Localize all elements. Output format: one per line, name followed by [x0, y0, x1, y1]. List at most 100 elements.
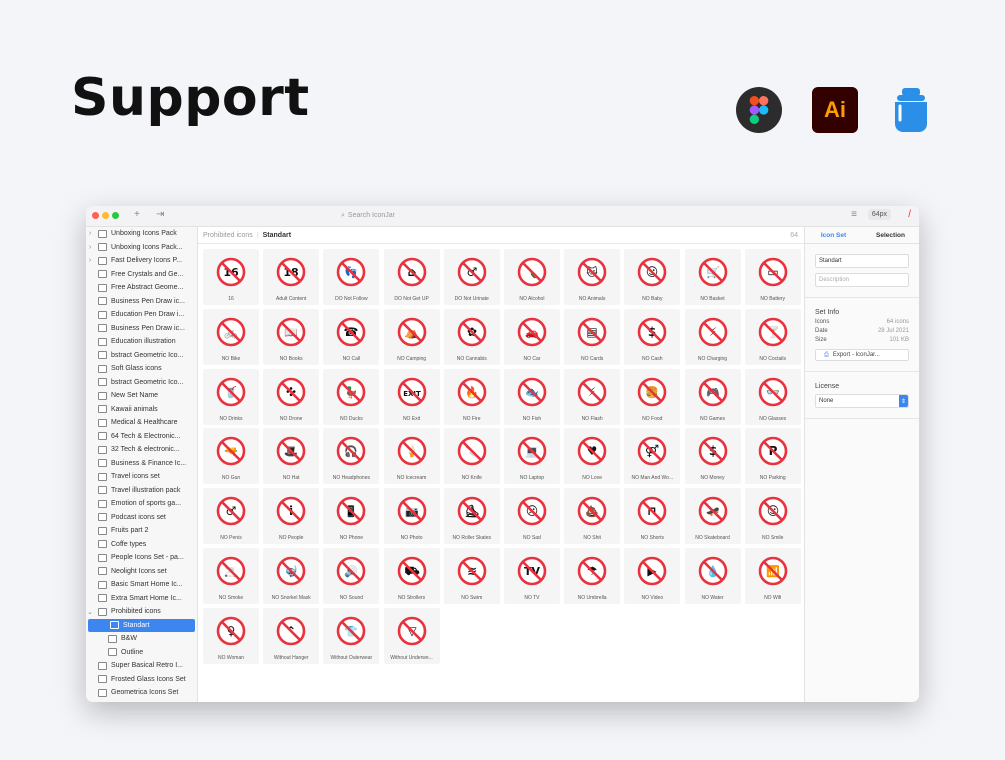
- sidebar-item[interactable]: Business Pen Draw ic...: [86, 295, 197, 309]
- icon-cell[interactable]: ☺ NO Baby: [624, 249, 681, 305]
- sidebar-item[interactable]: Travel illustration pack: [86, 484, 197, 498]
- filter-icon[interactable]: ≡: [851, 209, 857, 220]
- sidebar-item[interactable]: Education illustration: [86, 335, 197, 349]
- icon-cell[interactable]: 👓 NO Glasses: [744, 368, 801, 425]
- icon-cell[interactable]: 🦆 NO Ducks: [323, 368, 380, 425]
- icon-cell[interactable]: 🎧 NO Headphones: [323, 428, 380, 485]
- set-name-field[interactable]: Standart: [815, 254, 909, 268]
- sidebar-item[interactable]: › Unboxing Icons Pack: [86, 227, 197, 241]
- chevron-right-icon[interactable]: ›: [86, 230, 94, 237]
- sidebar-item[interactable]: Super Basical Retro I...: [86, 659, 197, 673]
- description-field[interactable]: Description: [815, 273, 909, 287]
- close-window-button[interactable]: [92, 212, 99, 219]
- sidebar-item[interactable]: Fruits part 2: [86, 524, 197, 538]
- icon-cell[interactable]: ☎ NO Call: [323, 308, 380, 365]
- icon-cell[interactable]: $ NO Money: [684, 428, 741, 485]
- icon-cell[interactable]: 🔊 NO Sound: [323, 547, 380, 604]
- icon-cell[interactable]: 🛒 NO Basket: [684, 249, 741, 305]
- sidebar-item[interactable]: Emotion of sports ga...: [86, 497, 197, 511]
- icon-cell[interactable]: ♂ DO Not Urinate: [443, 249, 500, 305]
- sidebar-item[interactable]: › Unboxing Icons Pack...: [86, 241, 197, 255]
- icon-cell[interactable]: 📱 NO Phone: [323, 488, 380, 545]
- icon-cell[interactable]: ⛺ NO Camping: [383, 308, 440, 365]
- icon-cell[interactable]: ⛟ NO Strollers: [383, 547, 440, 604]
- sidebar-item[interactable]: Extra Smart Home Ic...: [86, 592, 197, 606]
- icon-cell[interactable]: 1616: [203, 249, 259, 305]
- icon-cell[interactable]: ✣ NO Drone: [263, 368, 320, 425]
- sidebar-item[interactable]: Coffe types: [86, 538, 197, 552]
- sidebar-item[interactable]: Geometrica Icons Set: [86, 686, 197, 700]
- sidebar-item[interactable]: New Set Name: [86, 389, 197, 403]
- breadcrumb-parent[interactable]: Prohibited icons: [203, 232, 253, 239]
- icon-cell[interactable]: 🔫 NO Gun: [203, 428, 259, 485]
- icon-cell[interactable]: 🍔 NO Food: [624, 368, 681, 425]
- icon-cell[interactable]: 🚲 NO Bike: [203, 308, 259, 365]
- icon-cell[interactable]: ▽ Without Underwe...: [383, 607, 440, 664]
- icon-cell[interactable]: ♂ NO Penis: [203, 488, 259, 545]
- icon-cell[interactable]: EXIT NO Exit: [383, 368, 440, 425]
- icon-cell[interactable]: ☂ NO Umbrella: [564, 547, 621, 604]
- icon-cell[interactable]: 💩 NO Shit: [564, 488, 621, 545]
- sidebar-item[interactable]: Standart: [88, 618, 195, 632]
- sidebar-item[interactable]: Kawaii animals: [86, 403, 197, 417]
- license-select[interactable]: None ⇕: [815, 394, 909, 408]
- icon-cell[interactable]: 18 Adult Content: [263, 249, 320, 305]
- chevron-right-icon[interactable]: ›: [86, 257, 94, 264]
- plus-icon[interactable]: +: [134, 209, 140, 220]
- icon-cell[interactable]: 🛹 NO Skateboard: [684, 488, 741, 545]
- maximize-window-button[interactable]: [112, 212, 119, 219]
- icon-cell[interactable]: 🍸 NO Coctails: [744, 308, 801, 365]
- icon-cell[interactable]: ✿ NO Cannabis: [443, 308, 500, 365]
- export-button[interactable]: ⎙ Export - IconJar...: [815, 349, 909, 361]
- sidebar-item[interactable]: Outline: [86, 646, 197, 660]
- icon-cell[interactable]: ⌂ DO Not Get UP: [383, 249, 440, 305]
- sidebar-item[interactable]: Frosted Glass Icons Set: [86, 673, 197, 687]
- sidebar-item[interactable]: People Icons Set - pa...: [86, 551, 197, 565]
- tab-icon-set[interactable]: Icon Set: [805, 227, 862, 243]
- sidebar-item[interactable]: bstract Geometric Ico...: [86, 376, 197, 390]
- icon-cell[interactable]: $ NO Cash: [624, 308, 681, 365]
- sidebar-item[interactable]: Business Pen Draw ic...: [86, 322, 197, 336]
- icon-cell[interactable]: ⚡ NO Charging: [684, 308, 741, 365]
- icon-cell[interactable]: 🤿 NO Snorkel Mask: [263, 547, 320, 604]
- icon-cell[interactable]: 🥤 NO Drinks: [203, 368, 259, 425]
- sidebar-item[interactable]: Free Crystals and Ge...: [86, 268, 197, 282]
- icon-cell[interactable]: 🍾 NO Alcohol: [503, 249, 560, 305]
- icon-cell[interactable]: 📷 NO Photo: [383, 488, 440, 545]
- icon-cell[interactable]: 🎩 NO Hat: [263, 428, 320, 485]
- icon-cell[interactable]: 👕 Without Outerwear: [323, 607, 380, 664]
- sidebar-item[interactable]: Travel icons set: [86, 470, 197, 484]
- sidebar-item[interactable]: 32 Tech & electronic...: [86, 443, 197, 457]
- icon-cell[interactable]: ⊓ NO Shorts: [624, 488, 681, 545]
- icon-cell[interactable]: ☹ NO Sad: [503, 488, 560, 545]
- sidebar-item[interactable]: Podcast icons set: [86, 511, 197, 525]
- icon-cell[interactable]: 🚬 NO Smoke: [203, 547, 259, 604]
- icon-cell[interactable]: 📖 NO Books: [263, 308, 320, 365]
- sidebar-item[interactable]: Education Pen Draw i...: [86, 308, 197, 322]
- icon-cell[interactable]: 💧 NO Water: [684, 547, 741, 604]
- icon-cell[interactable]: 👣 DO Not Follow: [323, 249, 380, 305]
- sidebar-item[interactable]: ⌄ Prohibited icons: [86, 605, 197, 619]
- icon-size-control[interactable]: 64px: [867, 209, 891, 220]
- icon-cell[interactable]: ▶ NO Video: [624, 547, 681, 604]
- search-input[interactable]: ⌕ Search IconJar: [341, 209, 661, 222]
- sidebar-item[interactable]: Business & Finance Ic...: [86, 457, 197, 471]
- icon-cell[interactable]: ♥ NO Love: [564, 428, 621, 485]
- icon-cell[interactable]: ⚡ NO Flash: [564, 368, 621, 425]
- icon-cell[interactable]: i NO People: [263, 488, 320, 545]
- icon-cell[interactable]: 🐟 NO Fish: [503, 368, 560, 425]
- icon-cell[interactable]: ≋ NO Swim: [443, 547, 500, 604]
- icon-cell[interactable]: ▤ NO Cards: [564, 308, 621, 365]
- icon-cell[interactable]: TV NO TV: [503, 547, 560, 604]
- pencil-icon[interactable]: /: [908, 209, 911, 220]
- sidebar-item[interactable]: Free Abstract Geome...: [86, 281, 197, 295]
- icon-cell[interactable]: ♀ NO Woman: [203, 607, 259, 664]
- sidebar-item[interactable]: Neolight Icons set: [86, 565, 197, 579]
- icon-cell[interactable]: P NO Parking: [744, 428, 801, 485]
- sidebar-item[interactable]: Basic Smart Home Ic...: [86, 578, 197, 592]
- icon-cell[interactable]: 🔥 NO Fire: [443, 368, 500, 425]
- icon-cell[interactable]: 💻 NO Laptop: [503, 428, 560, 485]
- icon-cell[interactable]: ⌃ Without Hanger: [263, 607, 320, 664]
- icon-cell[interactable]: 🔪 NO Knife: [443, 428, 500, 485]
- icon-cell[interactable]: 🐱 NO Animals: [564, 249, 621, 305]
